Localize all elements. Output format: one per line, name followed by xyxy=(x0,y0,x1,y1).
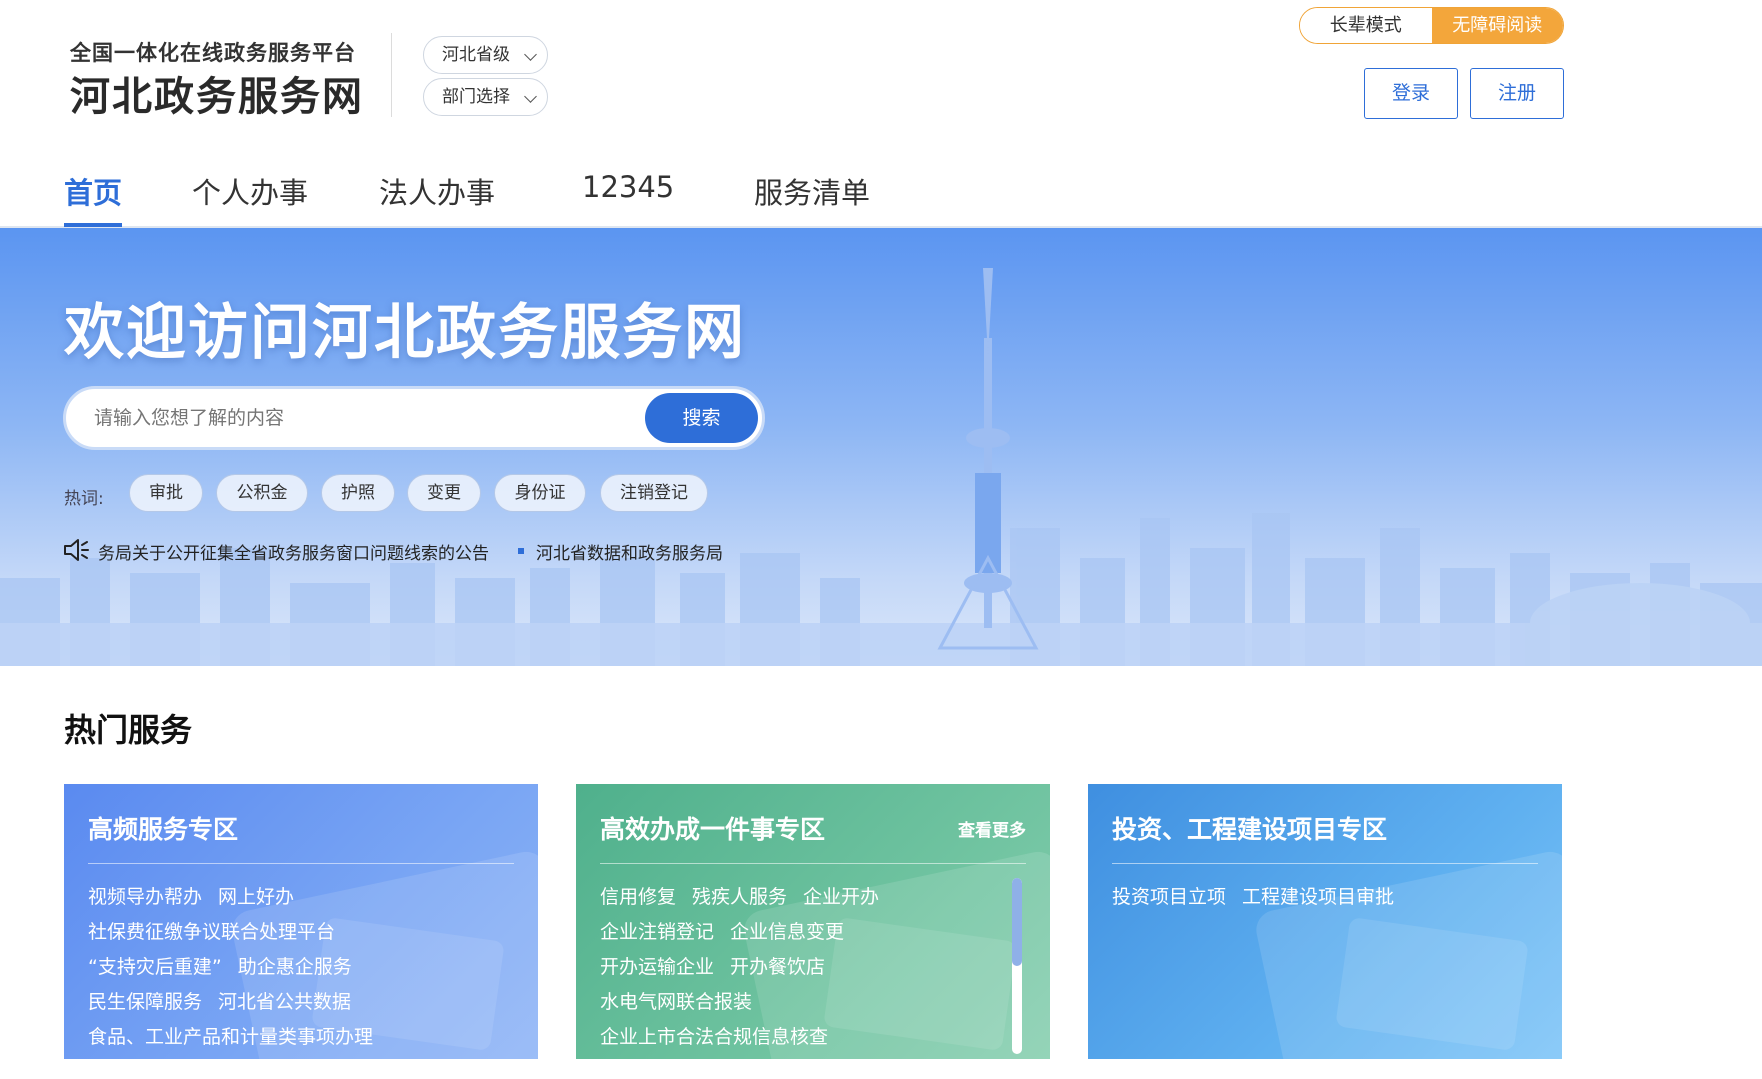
elder-mode-button[interactable]: 长辈模式 xyxy=(1300,8,1432,43)
hot-word-tag[interactable]: 审批 xyxy=(129,474,203,512)
card-divider xyxy=(600,863,1026,864)
department-select[interactable]: 部门选择 xyxy=(423,78,548,116)
accessible-reading-button[interactable]: 无障碍阅读 xyxy=(1431,8,1563,43)
service-link[interactable]: 投资项目立项 xyxy=(1112,886,1226,908)
service-link[interactable]: 网上好办 xyxy=(218,886,294,908)
service-link[interactable]: 水电气网联合报装 xyxy=(600,991,752,1013)
card-scrollbar[interactable] xyxy=(1012,878,1022,1054)
nav-home[interactable]: 首页 xyxy=(64,170,122,212)
service-link[interactable]: 河北省公共数据 xyxy=(218,991,351,1013)
service-link[interactable]: 信用修复 xyxy=(600,886,676,908)
card-link-list: 信用修复 残疾人服务 企业开办 企业注销登记 企业信息变更 开办运输企业 开办餐饮店 水… xyxy=(600,882,1020,1057)
service-card-investment: 投资、工程建设项目专区 投资项目立项 工程建设项目审批 xyxy=(1088,784,1562,1059)
card-link-list: 投资项目立项 工程建设项目审批 xyxy=(1112,882,1532,917)
nav-12345[interactable]: 12345 xyxy=(582,170,674,204)
scrollbar-thumb[interactable] xyxy=(1012,878,1022,966)
service-link[interactable]: 社保费征缴争议联合处理平台 xyxy=(88,921,335,943)
service-link[interactable]: 企业信息变更 xyxy=(730,921,844,943)
login-button[interactable]: 登录 xyxy=(1364,68,1458,119)
chevron-down-icon xyxy=(524,48,537,61)
service-link[interactable]: 开办餐饮店 xyxy=(730,956,825,978)
card-title[interactable]: 高效办成一件事专区 xyxy=(600,810,825,846)
hot-word-tag[interactable]: 注销登记 xyxy=(600,474,708,512)
hot-word-tag[interactable]: 变更 xyxy=(407,474,481,512)
search-button[interactable]: 搜索 xyxy=(645,393,758,443)
service-link[interactable]: 视频导办帮办 xyxy=(88,886,202,908)
service-link[interactable]: 企业开办 xyxy=(803,886,879,908)
view-more-link[interactable]: 查看更多 xyxy=(958,816,1026,841)
service-card-one-thing: 高效办成一件事专区 查看更多 信用修复 残疾人服务 企业开办 企业注销登记 企业信息变… xyxy=(576,784,1050,1059)
register-button[interactable]: 注册 xyxy=(1470,68,1564,119)
service-card-high-frequency: 高频服务专区 视频导办帮办 网上好办 社保费征缴争议联合处理平台 “支持灾后重建”… xyxy=(64,784,538,1059)
service-link[interactable]: 助企惠企服务 xyxy=(238,956,352,978)
nav-personal[interactable]: 个人办事 xyxy=(192,170,308,212)
site-header: 全国一体化在线政务服务平台 河北政务服务网 河北省级 部门选择 长辈模式 无障碍… xyxy=(0,0,1762,228)
nav-legal-entity[interactable]: 法人办事 xyxy=(379,170,495,212)
notice-link[interactable]: 务局关于公开征集全省政务服务窗口问题线索的公告 xyxy=(98,539,489,564)
card-title[interactable]: 投资、工程建设项目专区 xyxy=(1112,810,1387,846)
hot-word-tag[interactable]: 身份证 xyxy=(494,474,586,512)
search-box: 搜索 xyxy=(63,386,765,450)
display-mode-switch: 长辈模式 无障碍阅读 xyxy=(1299,7,1564,44)
speaker-icon xyxy=(64,539,89,561)
site-title[interactable]: 河北政务服务网 xyxy=(70,64,364,122)
service-link[interactable]: 残疾人服务 xyxy=(692,886,787,908)
service-link[interactable]: 工程建设项目审批 xyxy=(1242,886,1394,908)
hot-word-tag[interactable]: 护照 xyxy=(321,474,395,512)
notice-source: 河北省数据和政务服务局 xyxy=(536,544,723,564)
card-divider xyxy=(1112,863,1538,864)
hot-services-title: 热门服务 xyxy=(64,711,193,749)
card-divider xyxy=(88,863,514,864)
hero-title: 欢迎访问河北政务服务网 xyxy=(64,298,746,368)
hot-words-label: 热词: xyxy=(64,489,104,509)
nav-active-indicator xyxy=(64,223,122,227)
search-input[interactable] xyxy=(94,389,594,447)
hero-banner: 欢迎访问河北政务服务网 搜索 热词: 审批 公积金 护照 变更 身份证 注销登记… xyxy=(0,228,1762,666)
service-link[interactable]: 企业注销登记 xyxy=(600,921,714,943)
platform-subtitle: 全国一体化在线政务服务平台 xyxy=(70,41,356,65)
region-select-label: 河北省级 xyxy=(442,45,510,65)
brand-divider xyxy=(391,33,392,117)
chevron-down-icon xyxy=(524,90,537,103)
service-link[interactable]: 开办运输企业 xyxy=(600,956,714,978)
department-select-label: 部门选择 xyxy=(442,87,510,107)
service-link[interactable]: “支持灾后重建” xyxy=(88,956,222,978)
card-link-list: 视频导办帮办 网上好办 社保费征缴争议联合处理平台 “支持灾后重建” 助企惠企服务 … xyxy=(88,882,508,1057)
region-select[interactable]: 河北省级 xyxy=(423,36,548,74)
nav-service-list[interactable]: 服务清单 xyxy=(754,170,870,212)
service-link[interactable]: 民生保障服务 xyxy=(88,991,202,1013)
notice-bullet xyxy=(518,548,524,554)
hot-word-tag[interactable]: 公积金 xyxy=(216,474,308,512)
card-title[interactable]: 高频服务专区 xyxy=(88,810,238,846)
service-link[interactable]: 企业上市合法合规信息核查 xyxy=(600,1026,828,1048)
service-link[interactable]: 食品、工业产品和计量类事项办理 xyxy=(88,1026,373,1048)
